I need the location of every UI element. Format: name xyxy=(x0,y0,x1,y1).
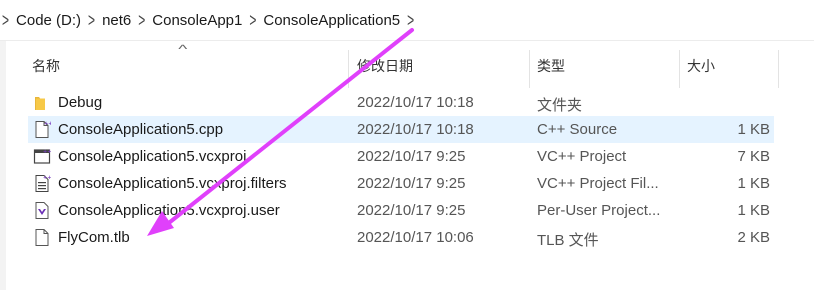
file-name: ConsoleApplication5.cpp xyxy=(58,121,224,138)
file-type: TLB 文件 xyxy=(537,232,599,249)
file-type: 文件夹 xyxy=(537,97,583,114)
sort-ascending-icon: ^ xyxy=(178,42,188,56)
file-name: ConsoleApplication5.vcxproj.user xyxy=(58,202,280,219)
svg-text:++: ++ xyxy=(44,121,51,127)
column-header-size[interactable]: 大小 xyxy=(687,56,715,76)
chevron-right-icon[interactable]: > xyxy=(138,9,145,31)
file-row-cpp[interactable]: ++ ConsoleApplication5.cpp 2022/10/17 10… xyxy=(28,116,774,143)
chevron-right-icon[interactable]: > xyxy=(2,9,9,31)
file-name: ConsoleApplication5.vcxproj.filters xyxy=(58,175,287,192)
column-header-row: ^ 名称 修改日期 类型 大小 xyxy=(0,42,814,88)
file-name: FlyCom.tlb xyxy=(58,229,130,246)
svg-text:++: ++ xyxy=(43,175,51,181)
file-type: VC++ Project Fil... xyxy=(537,175,659,192)
file-date: 2022/10/17 10:06 xyxy=(357,229,474,246)
breadcrumb-item-consoleapp1[interactable]: ConsoleApp1 xyxy=(152,12,242,29)
folder-icon xyxy=(35,97,45,110)
file-type: C++ Source xyxy=(537,121,618,138)
vcxproj-file-icon: ++ xyxy=(33,149,51,164)
column-divider[interactable] xyxy=(679,50,680,88)
file-size: 1 KB xyxy=(737,202,770,219)
column-header-name[interactable]: 名称 xyxy=(32,56,60,76)
file-row-debug[interactable]: Debug 2022/10/17 10:18 文件夹 xyxy=(28,89,774,116)
file-row-user[interactable]: ConsoleApplication5.vcxproj.user 2022/10… xyxy=(28,197,774,224)
column-divider[interactable] xyxy=(529,50,530,88)
breadcrumb-item-consoleapplication5[interactable]: ConsoleApplication5 xyxy=(263,12,400,29)
file-size: 1 KB xyxy=(737,175,770,192)
breadcrumb-item-drive[interactable]: Code (D:) xyxy=(16,12,81,29)
file-date: 2022/10/17 9:25 xyxy=(357,148,466,165)
file-type: Per-User Project... xyxy=(537,202,661,219)
file-date: 2022/10/17 9:25 xyxy=(357,202,466,219)
user-file-icon xyxy=(35,202,49,219)
breadcrumb-item-net6[interactable]: net6 xyxy=(102,12,131,29)
cpp-file-icon: ++ xyxy=(35,121,51,138)
column-divider[interactable] xyxy=(778,50,779,88)
chevron-right-icon[interactable]: > xyxy=(249,9,256,31)
file-row-tlb[interactable]: FlyCom.tlb 2022/10/17 10:06 TLB 文件 2 KB xyxy=(28,224,774,251)
chevron-right-icon[interactable]: > xyxy=(407,9,414,31)
file-date: 2022/10/17 10:18 xyxy=(357,121,474,138)
file-size: 1 KB xyxy=(737,121,770,138)
column-header-type[interactable]: 类型 xyxy=(537,56,565,76)
column-divider[interactable] xyxy=(348,50,349,88)
file-date: 2022/10/17 10:18 xyxy=(357,94,474,111)
file-row-filters[interactable]: ++ ConsoleApplication5.vcxproj.filters 2… xyxy=(28,170,774,197)
file-name: Debug xyxy=(58,94,103,111)
file-size: 2 KB xyxy=(737,229,770,246)
svg-text:++: ++ xyxy=(43,149,51,155)
file-row-vcxproj[interactable]: ++ ConsoleApplication5.vcxproj 2022/10/1… xyxy=(28,143,774,170)
breadcrumb: > Code (D:) > net6 > ConsoleApp1 > Conso… xyxy=(0,0,814,41)
tlb-file-icon xyxy=(35,229,49,246)
file-size: 7 KB xyxy=(737,148,770,165)
filters-file-icon: ++ xyxy=(35,175,51,192)
file-date: 2022/10/17 9:25 xyxy=(357,175,466,192)
chevron-right-icon[interactable]: > xyxy=(88,9,95,31)
file-type: VC++ Project xyxy=(537,148,627,165)
file-name: ConsoleApplication5.vcxproj xyxy=(58,148,247,165)
column-header-date[interactable]: 修改日期 xyxy=(357,56,413,76)
